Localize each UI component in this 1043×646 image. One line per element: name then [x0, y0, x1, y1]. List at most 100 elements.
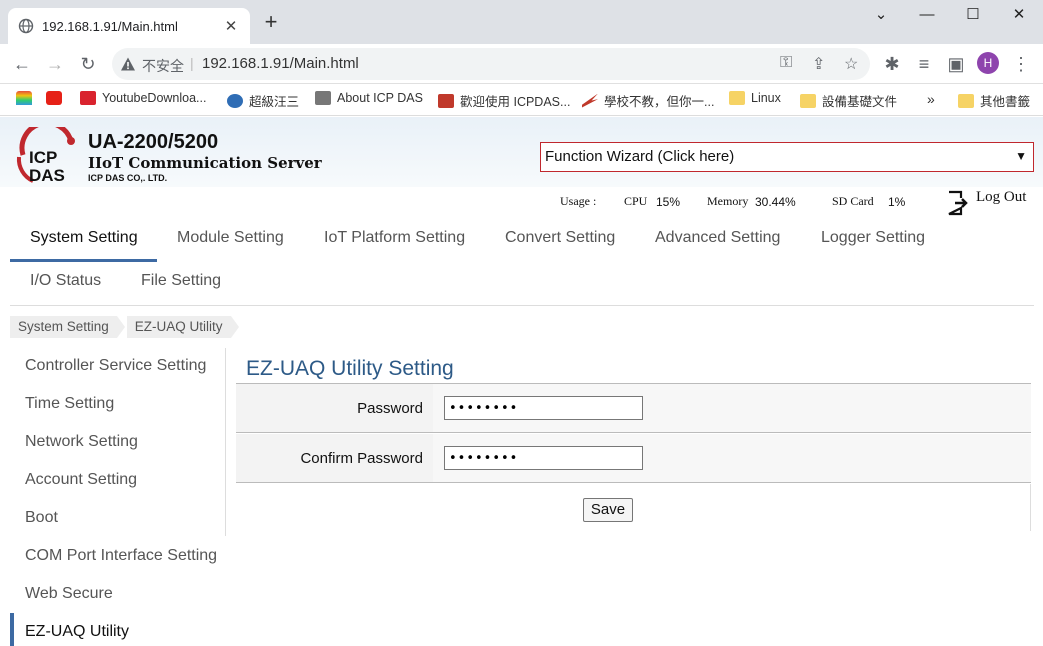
- browser-tabstrip: 192.168.1.91/Main.html ✕ + ⌄ — ☐ ✕: [0, 0, 1043, 44]
- minimize-icon[interactable]: —: [904, 4, 950, 28]
- save-row: Save: [236, 484, 1031, 531]
- sidebar-item-ez-uaq[interactable]: EZ-UAQ Utility: [25, 623, 129, 641]
- icpdas-logo-icon: ICP DAS: [16, 127, 75, 185]
- logout-icon[interactable]: [947, 190, 969, 216]
- bookmark-item[interactable]: [16, 91, 38, 105]
- confirm-password-row: Confirm Password: [236, 434, 1031, 483]
- sidebar-item-boot[interactable]: Boot: [25, 509, 58, 527]
- svg-text:DAS: DAS: [29, 166, 65, 185]
- folder-icon: [958, 93, 974, 108]
- sidebar-item-web-secure[interactable]: Web Secure: [25, 585, 113, 603]
- icpdas-icon: [315, 91, 331, 105]
- tab-system-setting[interactable]: System Setting: [30, 229, 138, 247]
- sidebar-item-network[interactable]: Network Setting: [25, 433, 138, 451]
- menu-icon[interactable]: ⋮: [1009, 52, 1033, 76]
- media-icon[interactable]: ≡: [912, 52, 936, 76]
- page-title: EZ-UAQ Utility Setting: [246, 357, 454, 380]
- product-name: IIoT Communication Server: [88, 154, 322, 172]
- star-icon[interactable]: ☆: [844, 54, 858, 74]
- confirm-password-label: Confirm Password: [236, 434, 433, 482]
- extensions-icon[interactable]: ✱: [880, 52, 904, 76]
- sidebar-item-controller-service[interactable]: Controller Service Setting: [25, 357, 206, 375]
- security-label: 不安全: [142, 58, 184, 74]
- breadcrumb: System Setting EZ-UAQ Utility: [10, 316, 239, 338]
- bookmark-item[interactable]: [46, 91, 68, 105]
- sidebar-item-account[interactable]: Account Setting: [25, 471, 137, 489]
- sd-card-value: 1%: [884, 193, 928, 211]
- page-header: ICP DAS UA-2200/5200 IIoT Communication …: [0, 117, 1043, 187]
- cpu-value: 15%: [652, 193, 698, 211]
- close-tab-icon[interactable]: ✕: [222, 17, 240, 35]
- url-text[interactable]: 192.168.1.91/Main.html: [202, 55, 359, 72]
- tab-file-setting[interactable]: File Setting: [141, 272, 221, 290]
- sidebar-item-time[interactable]: Time Setting: [25, 395, 114, 413]
- forward-arrow-icon[interactable]: →: [43, 52, 67, 76]
- url-separator: |: [190, 55, 194, 71]
- browser-toolbar: ← → ↻ 不安全 | 192.168.1.91/Main.html ⚿ ⇪ ☆…: [0, 44, 1043, 84]
- bookmark-item[interactable]: 歡迎使用 ICPDAS...: [438, 91, 570, 110]
- logout-link[interactable]: Log Out: [976, 189, 1026, 206]
- confirm-password-field[interactable]: [444, 446, 643, 470]
- bookmark-item[interactable]: About ICP DAS: [315, 91, 423, 105]
- function-wizard-select[interactable]: Function Wizard (Click here) ▼: [540, 142, 1034, 172]
- globe-icon: [227, 93, 243, 108]
- confirm-password-cell: [433, 434, 1031, 482]
- browser-tab[interactable]: 192.168.1.91/Main.html ✕: [8, 8, 250, 44]
- bookmarks-bar: YoutubeDownloa... 超級汪三 About ICP DAS 歡迎使…: [0, 84, 1043, 116]
- password-row: Password: [236, 384, 1031, 433]
- bookmark-item[interactable]: 設備基礎文件: [800, 91, 897, 110]
- bookmark-item[interactable]: YoutubeDownloa...: [80, 91, 206, 105]
- tab-convert-setting[interactable]: Convert Setting: [505, 229, 615, 247]
- usage-label: Usage :: [560, 194, 597, 208]
- svg-text:ICP: ICP: [29, 148, 57, 167]
- product-model: UA-2200/5200: [88, 131, 219, 153]
- web-page: ICP DAS UA-2200/5200 IIoT Communication …: [0, 117, 1043, 646]
- share-icon[interactable]: ⇪: [812, 54, 825, 74]
- house-icon: [16, 91, 32, 105]
- folder-icon: [800, 93, 816, 108]
- bookmarks-overflow[interactable]: »: [927, 91, 935, 107]
- divider: [10, 305, 1034, 306]
- chevron-down-icon: ▼: [1015, 149, 1027, 163]
- active-sidebar-indicator: [10, 613, 14, 646]
- bolt-icon: [582, 93, 598, 108]
- tab-advanced-setting[interactable]: Advanced Setting: [655, 229, 780, 247]
- breadcrumb-item[interactable]: System Setting: [10, 316, 125, 338]
- sd-card-label: SD Card: [832, 194, 874, 208]
- maximize-icon[interactable]: ☐: [950, 4, 996, 28]
- warning-icon: [121, 57, 135, 71]
- tab-iot-platform-setting[interactable]: IoT Platform Setting: [324, 229, 465, 247]
- password-field[interactable]: [444, 396, 643, 420]
- active-tab-indicator: [10, 259, 157, 262]
- sidebar-divider: [225, 348, 226, 536]
- wave-icon: [438, 93, 454, 108]
- new-tab-button[interactable]: +: [258, 10, 284, 36]
- bookmark-item[interactable]: 學校不教，但你一...: [582, 91, 714, 110]
- sidebar-item-com-port[interactable]: COM Port Interface Setting: [25, 547, 217, 565]
- globe-icon: [18, 18, 34, 34]
- back-arrow-icon[interactable]: ←: [10, 52, 34, 76]
- folder-icon: [729, 91, 745, 105]
- tab-logger-setting[interactable]: Logger Setting: [821, 229, 925, 247]
- avatar[interactable]: H: [977, 52, 999, 74]
- window-close-icon[interactable]: ✕: [996, 4, 1042, 28]
- download-icon: [80, 91, 96, 105]
- chevron-down-icon[interactable]: ⌄: [858, 4, 904, 28]
- youtube-icon: [46, 91, 62, 105]
- address-bar[interactable]: 不安全 | 192.168.1.91/Main.html ⚿ ⇪ ☆: [112, 48, 870, 80]
- key-icon[interactable]: ⚿: [780, 54, 792, 72]
- password-label: Password: [236, 384, 433, 432]
- side-panel-icon[interactable]: ▣: [944, 52, 968, 76]
- bookmark-item[interactable]: Linux: [729, 91, 781, 105]
- password-cell: [433, 384, 1031, 432]
- tab-io-status[interactable]: I/O Status: [30, 272, 101, 290]
- bookmark-item[interactable]: 超級汪三: [227, 91, 299, 110]
- bookmark-item[interactable]: 其他書籤: [958, 91, 1030, 110]
- company-name: ICP DAS CO,. LTD.: [88, 173, 168, 183]
- reload-icon[interactable]: ↻: [76, 52, 100, 76]
- breadcrumb-item[interactable]: EZ-UAQ Utility: [126, 316, 239, 338]
- tab-module-setting[interactable]: Module Setting: [177, 229, 284, 247]
- cpu-label: CPU: [624, 194, 648, 208]
- save-button[interactable]: Save: [583, 498, 633, 522]
- memory-label: Memory: [707, 194, 749, 208]
